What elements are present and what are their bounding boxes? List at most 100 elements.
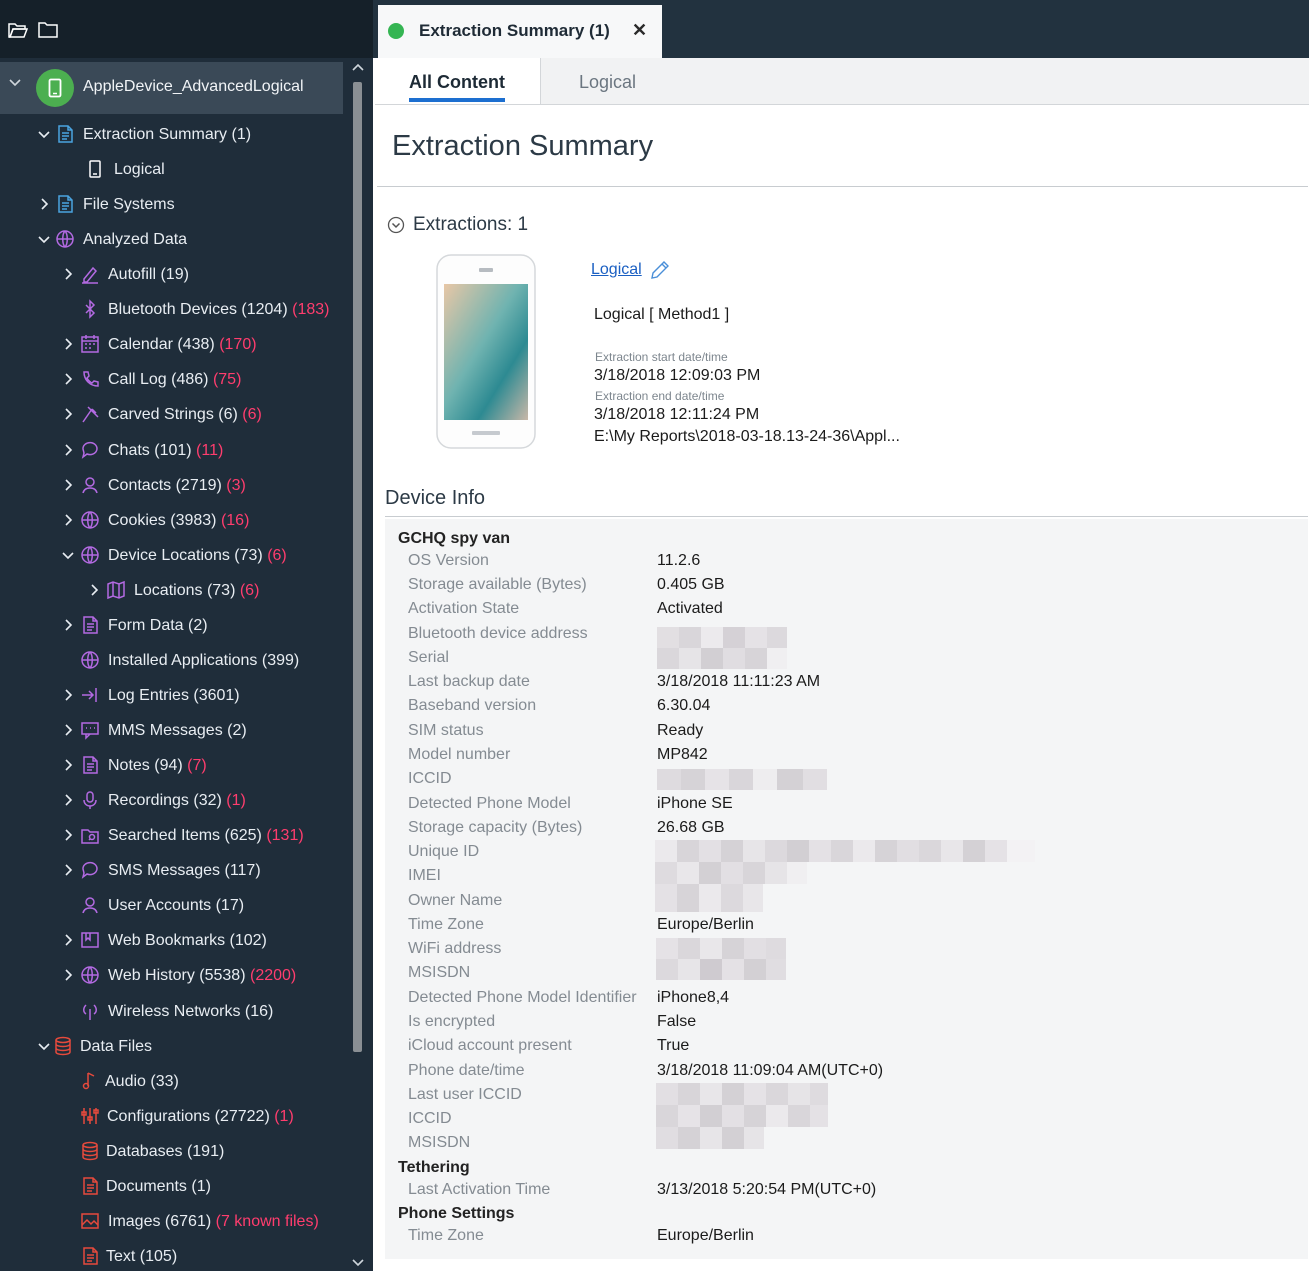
chevron-right-icon[interactable]: [62, 373, 74, 385]
tree-item-images[interactable]: Images (6761) (7 known files): [0, 1204, 343, 1238]
tree-item-file-systems[interactable]: File Systems: [0, 187, 343, 221]
chevron-down-icon[interactable]: [38, 1040, 50, 1052]
chevron-down-icon[interactable]: [8, 76, 22, 90]
chevron-right-icon[interactable]: [62, 829, 74, 841]
redacted-value: [655, 840, 1035, 912]
tab-extraction-summary[interactable]: Extraction Summary (1) ✕: [378, 5, 662, 58]
tree-item-text: Searched Items (625): [108, 827, 262, 845]
device-node[interactable]: AppleDevice_AdvancedLogical: [0, 62, 343, 114]
tree-item-audio[interactable]: Audio (33): [0, 1064, 343, 1098]
tree-item-label: Locations (73) (6): [134, 582, 259, 600]
tree-item-device-locations[interactable]: Device Locations (73) (6): [0, 538, 343, 572]
user-icon: [82, 897, 98, 914]
chevron-right-icon[interactable]: [38, 198, 50, 210]
tree-item-web-history[interactable]: Web History (5538) (2200): [0, 958, 343, 992]
tree-item-contacts[interactable]: Contacts (2719) (3): [0, 468, 343, 502]
property-value: False: [657, 1013, 697, 1030]
tree-item-form-data[interactable]: Form Data (2): [0, 608, 343, 642]
chevron-right-icon[interactable]: [62, 619, 74, 631]
chevron-right-icon[interactable]: [62, 268, 74, 280]
chevron-right-icon[interactable]: [62, 689, 74, 701]
tree-item-label: Extraction Summary (1): [83, 126, 251, 144]
tree-item-extraction-summary[interactable]: Extraction Summary (1): [0, 117, 343, 151]
extraction-link[interactable]: Logical: [591, 261, 642, 279]
tree-item-user-accounts[interactable]: User Accounts (17): [0, 888, 343, 922]
group-heading: Phone Settings: [398, 1205, 515, 1222]
chevron-right-icon[interactable]: [62, 338, 74, 350]
tree-item-count: (6): [242, 406, 262, 424]
tree-item-label: Call Log (486) (75): [108, 371, 241, 389]
collapse-circle-icon[interactable]: [387, 216, 405, 234]
tree-item-wireless-networks[interactable]: Wireless Networks (16): [0, 994, 343, 1028]
tree-item-databases[interactable]: Databases (191): [0, 1134, 343, 1168]
tree-item-autofill[interactable]: Autofill (19): [0, 257, 343, 291]
chevron-right-icon[interactable]: [62, 759, 74, 771]
tab-logical[interactable]: Logical: [540, 58, 711, 104]
close-icon[interactable]: ✕: [632, 20, 647, 41]
chevron-right-icon[interactable]: [88, 584, 100, 596]
open-folder-icon[interactable]: [8, 20, 28, 40]
scroll-down-icon[interactable]: [350, 1254, 366, 1270]
chevron-right-icon[interactable]: [62, 969, 74, 982]
chevron-down-icon[interactable]: [38, 233, 50, 245]
chevron-right-icon[interactable]: [62, 934, 74, 946]
tree-item-documents[interactable]: Documents (1): [0, 1169, 343, 1203]
tree-item-call-log[interactable]: Call Log (486) (75): [0, 362, 343, 396]
sidebar-scrollbar-thumb[interactable]: [353, 82, 362, 1052]
tree-item-text: Installed Applications (399): [108, 651, 300, 669]
chevron-right-icon[interactable]: [62, 724, 74, 736]
tree-item-bluetooth-devices[interactable]: Bluetooth Devices (1204) (183): [0, 292, 343, 326]
tree-item-text[interactable]: Text (105): [0, 1239, 343, 1271]
chevron-right-icon[interactable]: [62, 794, 74, 806]
tree-item-calendar[interactable]: Calendar (438) (170): [0, 327, 343, 361]
chevron-right-icon[interactable]: [62, 479, 74, 491]
property-value: iPhone SE: [657, 795, 733, 812]
tree-item-text: Cookies (3983): [108, 511, 217, 529]
tree-item-data-files[interactable]: Data Files: [0, 1029, 343, 1063]
property-key: WiFi address: [408, 940, 502, 957]
tree-item-label: User Accounts (17): [108, 897, 244, 915]
tree-item-label: Web Bookmarks (102): [108, 932, 267, 950]
tree-item-text: Databases (191): [106, 1142, 225, 1160]
pencil-icon[interactable]: [649, 259, 671, 281]
chevron-right-icon[interactable]: [62, 864, 74, 876]
tree-item-label: Audio (33): [105, 1073, 179, 1091]
folder-icon[interactable]: [38, 20, 58, 40]
tree-item-count: (6): [239, 581, 260, 599]
tree-item-carved-strings[interactable]: Carved Strings (6) (6): [0, 397, 343, 431]
tree-item-label: Documents (1): [106, 1178, 211, 1196]
chevron-right-icon[interactable]: [62, 443, 74, 456]
tree-item-text: Contacts (2719): [108, 476, 222, 494]
chevron-down-icon[interactable]: [62, 549, 74, 561]
tree-item-notes[interactable]: Notes (94) (7): [0, 748, 343, 782]
tree-item-label: Bluetooth Devices (1204) (183): [108, 301, 329, 319]
tree-item-mms-messages[interactable]: MMS Messages (2): [0, 713, 343, 747]
device-info-heading: Device Info: [385, 487, 486, 509]
property-value: MP842: [657, 746, 708, 763]
tree-item-text: Web Bookmarks (102): [108, 932, 267, 950]
tree-item-text: Text (105): [106, 1247, 178, 1265]
chevron-right-icon[interactable]: [62, 514, 74, 526]
tree-item-cookies[interactable]: Cookies (3983) (16): [0, 503, 343, 537]
tree-item-chats[interactable]: Chats (101) (11): [0, 433, 343, 467]
tree-item-logical[interactable]: Logical: [0, 152, 343, 186]
tree-item-sms-messages[interactable]: SMS Messages (117): [0, 853, 343, 887]
tree-item-configurations[interactable]: Configurations (27722) (1): [0, 1099, 343, 1133]
tab-all-content[interactable]: All Content: [375, 58, 540, 104]
tree-item-count: (2200): [249, 967, 297, 985]
property-value: Europe/Berlin: [657, 1227, 754, 1244]
tree-item-text: Extraction Summary (1): [83, 126, 252, 143]
tree-item-count: (7 known files): [215, 1212, 319, 1230]
chevron-right-icon[interactable]: [62, 408, 74, 421]
property-key: Serial: [408, 649, 449, 666]
tree-item-searched-items[interactable]: Searched Items (625) (131): [0, 818, 343, 852]
tree-item-locations[interactable]: Locations (73) (6): [0, 573, 343, 607]
tree-item-web-bookmarks[interactable]: Web Bookmarks (102): [0, 923, 343, 957]
tree-item-analyzed-data[interactable]: Analyzed Data: [0, 222, 343, 256]
tree-item-installed-applications[interactable]: Installed Applications (399): [0, 643, 343, 677]
scroll-up-icon[interactable]: [350, 60, 366, 76]
tree-item-log-entries[interactable]: Log Entries (3601): [0, 678, 343, 712]
tree-item-recordings[interactable]: Recordings (32) (1): [0, 783, 343, 817]
tree-item-label: Web History (5538) (2200): [108, 967, 296, 985]
chevron-down-icon[interactable]: [38, 128, 50, 140]
